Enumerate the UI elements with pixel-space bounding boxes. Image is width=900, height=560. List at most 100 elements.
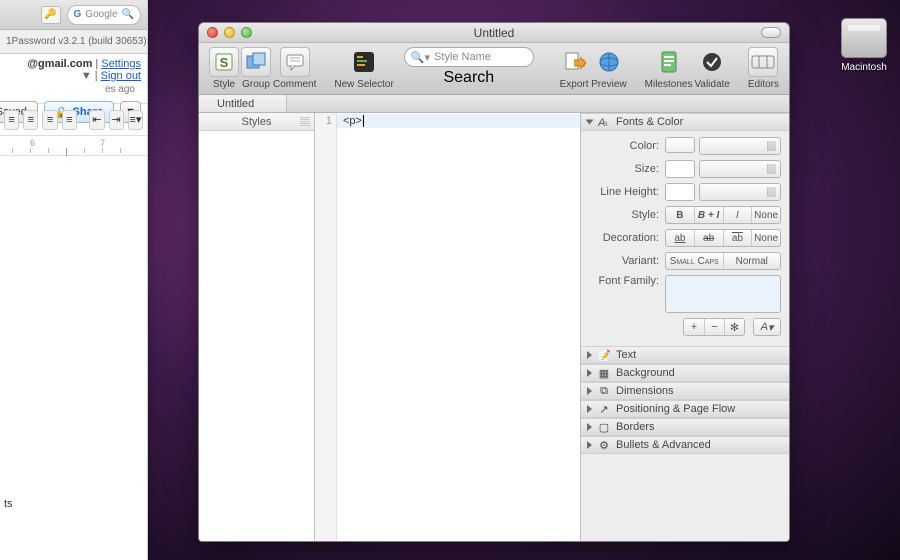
color-swatch[interactable] <box>665 137 695 153</box>
section-fonts-color-label: Fonts & Color <box>616 116 683 128</box>
disclosure-triangle-icon[interactable] <box>587 441 592 449</box>
color-combo[interactable] <box>699 137 781 155</box>
disclosure-triangle-icon[interactable] <box>587 387 592 395</box>
size-input[interactable] <box>665 160 695 178</box>
toolbar-search-label: Search <box>443 69 494 87</box>
drive-label: Macintosh <box>841 62 887 73</box>
disclosure-triangle-icon[interactable] <box>587 405 592 413</box>
svg-text:S: S <box>220 55 229 70</box>
section-borders-label: Borders <box>616 421 655 433</box>
indent-decrease-icon[interactable]: ⇤ <box>89 110 104 130</box>
align-left-icon[interactable]: ≡ <box>4 110 19 130</box>
style-italic[interactable]: I <box>723 207 752 223</box>
add-font-button[interactable]: + <box>684 319 704 335</box>
editors-icon <box>751 55 775 69</box>
decoration-segmented[interactable]: ab ab ab None <box>665 229 781 247</box>
variant-normal[interactable]: Normal <box>723 253 781 269</box>
sidebar-header: Styles <box>199 113 314 131</box>
fonts-color-icon: Aa <box>598 116 610 128</box>
size-unit-combo[interactable] <box>699 160 781 178</box>
font-action-button[interactable]: ✻ <box>724 319 744 335</box>
section-fonts-color[interactable]: Aa Fonts & Color <box>581 113 789 131</box>
doc-timestamp: es ago <box>105 84 135 95</box>
line-height-label: Line Height: <box>589 186 659 198</box>
font-family-input[interactable] <box>665 275 781 313</box>
zoom-icon[interactable] <box>241 27 252 38</box>
toolbar-toggle-button[interactable] <box>761 27 781 38</box>
decoration-label: Decoration: <box>589 232 659 244</box>
section-borders[interactable]: ▢ Borders <box>581 418 789 436</box>
indent-increase-icon[interactable]: ⇥ <box>109 110 124 130</box>
tab-untitled[interactable]: Untitled <box>199 95 287 112</box>
desktop-drive-icon[interactable]: Macintosh <box>834 18 894 73</box>
toolbar-comment[interactable]: Comment <box>273 47 316 90</box>
active-line-highlight <box>337 114 580 128</box>
disclosure-triangle-icon[interactable] <box>586 120 594 125</box>
close-icon[interactable] <box>207 27 218 38</box>
toolbar-validate[interactable]: Validate <box>694 47 729 90</box>
code-editor[interactable]: 1 <p> <box>315 113 581 541</box>
section-bullets[interactable]: ⚙ Bullets & Advanced <box>581 436 789 454</box>
onepassword-icon[interactable]: 🔑 <box>41 6 61 24</box>
toolbar-new-selector-label: New Selector <box>334 79 393 90</box>
sidebar-grip-icon[interactable] <box>300 117 310 127</box>
toolbar-group[interactable]: Group <box>241 47 271 90</box>
window-title: Untitled <box>199 26 789 40</box>
disclosure-triangle-icon[interactable] <box>587 351 592 359</box>
section-dimensions[interactable]: ⧉ Dimensions <box>581 382 789 400</box>
font-picker-button[interactable]: A ▾ <box>753 318 781 336</box>
line-spacing-icon[interactable]: ≡▾ <box>128 110 143 130</box>
disclosure-triangle-icon[interactable] <box>587 423 592 431</box>
toolbar-search-field[interactable]: 🔍▾ Style Name <box>404 47 534 67</box>
svg-text:a: a <box>603 119 608 128</box>
size-label: Size: <box>589 163 659 175</box>
line-height-unit-combo[interactable] <box>699 183 781 201</box>
style-bold-italic[interactable]: B + I <box>694 207 723 223</box>
toolbar-preview[interactable]: Preview <box>591 47 627 90</box>
style-none[interactable]: None <box>751 207 780 223</box>
doc-page[interactable] <box>0 156 147 560</box>
align-center-icon[interactable]: ≡ <box>23 110 38 130</box>
decoration-strike[interactable]: ab <box>694 230 723 246</box>
font-picker-label: A <box>761 321 768 333</box>
toolbar-preview-label: Preview <box>591 79 627 90</box>
borders-section-icon: ▢ <box>598 421 610 433</box>
decoration-underline[interactable]: ab <box>666 230 694 246</box>
window-titlebar[interactable]: Untitled <box>199 23 789 43</box>
milestones-icon <box>658 50 680 74</box>
disclosure-triangle-icon[interactable] <box>587 369 592 377</box>
browser-search-field[interactable]: G Google 🔍 <box>67 5 141 25</box>
toolbar-milestones-label: Milestones <box>645 79 693 90</box>
decoration-overline[interactable]: ab <box>723 230 752 246</box>
align-justify-icon[interactable]: ≡ <box>62 110 77 130</box>
remove-font-button[interactable]: − <box>704 319 724 335</box>
variant-segmented[interactable]: Small Caps Normal <box>665 252 781 270</box>
minimize-icon[interactable] <box>224 27 235 38</box>
align-right-icon[interactable]: ≡ <box>42 110 57 130</box>
positioning-section-icon: ↗ <box>598 403 610 415</box>
line-gutter: 1 <box>315 113 337 541</box>
variant-smallcaps[interactable]: Small Caps <box>666 253 723 269</box>
preview-icon <box>597 50 621 74</box>
section-background[interactable]: ▦ Background <box>581 364 789 382</box>
style-segmented[interactable]: B B + I I None <box>665 206 781 224</box>
signout-link[interactable]: Sign out <box>101 70 141 82</box>
ruler-mark-6: 6 <box>30 138 35 148</box>
toolbar-new-selector[interactable]: New Selector <box>334 47 393 90</box>
toolbar-group-label: Group <box>242 79 270 90</box>
line-height-input[interactable] <box>665 183 695 201</box>
browser-search-placeholder: Google <box>85 9 117 20</box>
sidebar-header-label: Styles <box>242 116 272 128</box>
search-icon: 🔍 <box>122 9 134 20</box>
toolbar-milestones[interactable]: Milestones <box>645 47 693 90</box>
section-text[interactable]: 📝 Text <box>581 346 789 364</box>
toolbar-export[interactable]: Export <box>559 47 589 90</box>
decoration-none[interactable]: None <box>751 230 780 246</box>
style-bold[interactable]: B <box>666 207 694 223</box>
toolbar-style[interactable]: S Style <box>209 47 239 90</box>
settings-link[interactable]: Settings <box>101 58 141 70</box>
toolbar-editors[interactable]: Editors <box>748 47 779 90</box>
section-positioning[interactable]: ↗ Positioning & Page Flow <box>581 400 789 418</box>
font-family-label: Font Family: <box>589 275 659 287</box>
style-icon: S <box>214 52 234 72</box>
